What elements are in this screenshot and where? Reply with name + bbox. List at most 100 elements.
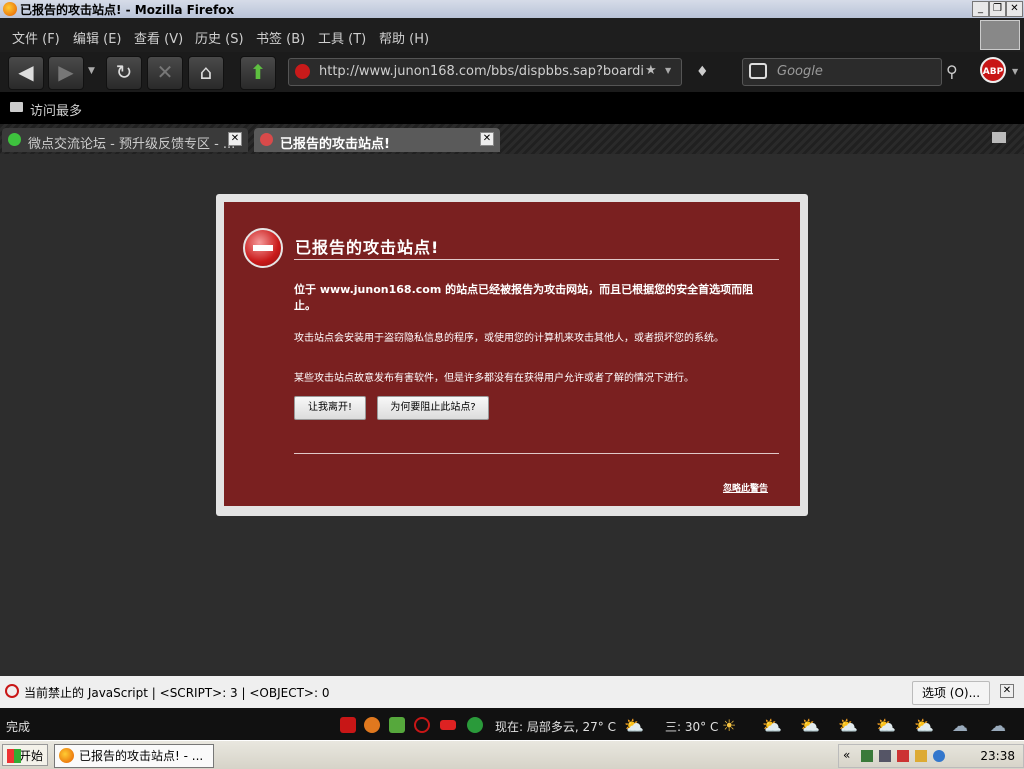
forward-button[interactable]: ▶ — [48, 56, 84, 90]
why-blocked-button[interactable]: 为何要阻止此站点? — [377, 396, 489, 420]
partly-cloudy-icon: ⛅ — [876, 716, 896, 735]
noscript-notification: 当前禁止的 JavaScript | <SCRIPT>: 3 | <OBJECT… — [0, 676, 1024, 708]
warning-note: 某些攻击站点故意发布有害软件，但是许多都没有在获得用户允许或者了解的情况下进行。 — [294, 373, 694, 384]
update-icon[interactable] — [915, 750, 927, 762]
firefox-icon — [3, 2, 17, 16]
divider — [294, 259, 779, 260]
partly-cloudy-icon: ⛅ — [624, 716, 644, 735]
weather-now[interactable]: 现在: 局部多云, 27° C — [495, 718, 616, 735]
flag-icon[interactable] — [440, 720, 456, 730]
title-bar: 已报告的攻击站点! - Mozilla Firefox _ ❐ ✕ — [0, 0, 1024, 18]
tab-label: 微点交流论坛 - 预升级反馈专区 - ... — [28, 137, 236, 152]
menu-file[interactable]: 文件 (F) — [12, 28, 60, 47]
search-engine-icon[interactable] — [749, 63, 767, 79]
ignore-warning-link[interactable]: 忽略此警告 — [723, 481, 768, 494]
green-status-icon[interactable] — [467, 717, 483, 733]
adblock-dropdown-icon[interactable]: ▼ — [1012, 67, 1018, 76]
stop-button[interactable]: ✕ — [147, 56, 183, 90]
stop-icon — [243, 228, 283, 268]
history-dropdown-icon[interactable]: ▼ — [88, 66, 95, 76]
menu-tools[interactable]: 工具 (T) — [318, 28, 366, 47]
close-notification-icon[interactable]: ✕ — [1000, 684, 1014, 698]
clock[interactable]: 23:38 — [980, 749, 1015, 763]
taskbar-item-label: 已报告的攻击站点! - ... — [79, 749, 204, 763]
url-bar[interactable]: http://www.junon168.com/bbs/dispbbs.sap?… — [288, 58, 682, 86]
url-dropdown-icon[interactable]: ▼ — [665, 66, 671, 75]
adblock-status-icon[interactable] — [340, 717, 356, 733]
firefox-icon — [59, 748, 74, 763]
firefox-status-icon[interactable] — [364, 717, 380, 733]
navigation-toolbar: ◀ ▶ ▼ ↻ ✕ ⌂ ⬆ http://www.junon168.com/bb… — [0, 52, 1024, 92]
blocked-site-icon — [295, 64, 310, 79]
url-input[interactable]: http://www.junon168.com/bbs/dispbbs.sap?… — [319, 64, 644, 79]
home-button[interactable]: ⌂ — [188, 56, 224, 90]
security-icon[interactable] — [897, 750, 909, 762]
back-button[interactable]: ◀ — [8, 56, 44, 90]
system-tray: « 23:38 — [838, 744, 1024, 768]
close-tab-icon[interactable]: ✕ — [480, 132, 494, 146]
attack-site-warning: 已报告的攻击站点! 位于 www.junon168.com 的站点已经被报告为攻… — [224, 202, 800, 506]
menu-view[interactable]: 查看 (V) — [134, 28, 183, 47]
tab-bar: 微点交流论坛 - 预升级反馈专区 - ... ✕ 已报告的攻击站点! ✕ — [0, 124, 1024, 154]
taskbar-item-firefox[interactable]: 已报告的攻击站点! - ... — [54, 744, 214, 768]
sunny-icon: ☀ — [722, 716, 737, 735]
bookmark-star-icon[interactable]: ★ — [645, 63, 657, 78]
noscript-icon — [5, 684, 19, 698]
start-label: 开始 — [18, 749, 43, 763]
menu-history[interactable]: 历史 (S) — [195, 28, 244, 47]
close-window-button[interactable]: ✕ — [1006, 1, 1023, 17]
search-bar[interactable]: Google — [742, 58, 942, 86]
warning-detail: 攻击站点会安装用于盗窃隐私信息的程序，或使用您的计算机来攻击其他人，或者损坏您的… — [294, 333, 724, 344]
warning-title: 已报告的攻击站点! — [295, 238, 440, 257]
network-icon[interactable] — [861, 750, 873, 762]
taskbar: 开始 已报告的攻击站点! - ... « 23:38 — [0, 740, 1024, 769]
upload-icon[interactable]: ⬆ — [240, 56, 276, 90]
search-icon[interactable]: ⚲ — [946, 62, 958, 81]
menu-bar: 文件 (F) 编辑 (E) 查看 (V) 历史 (S) 书签 (B) 工具 (T… — [0, 18, 1024, 52]
volume-icon[interactable] — [879, 750, 891, 762]
windows-logo-icon — [7, 749, 21, 763]
close-tab-icon[interactable]: ✕ — [228, 132, 242, 146]
throbber-icon — [980, 20, 1020, 50]
partly-cloudy-icon: ⛅ — [838, 716, 858, 735]
window-title: 已报告的攻击站点! - Mozilla Firefox — [20, 3, 235, 17]
ie-icon[interactable] — [933, 750, 945, 762]
tab-label: 已报告的攻击站点! — [280, 137, 390, 152]
noscript-status-icon[interactable] — [414, 717, 430, 733]
reload-button[interactable]: ↻ — [106, 56, 142, 90]
options-button[interactable]: 选项 (O)... — [912, 681, 990, 705]
bookmark-most-visited[interactable]: 访问最多 — [30, 100, 82, 119]
restore-button[interactable]: ❐ — [989, 1, 1006, 17]
search-input[interactable]: Google — [777, 64, 823, 79]
get-me-out-button[interactable]: 让我离开! — [294, 396, 366, 420]
blocked-site-icon — [260, 133, 273, 146]
folder-icon — [10, 102, 23, 112]
warning-summary: 位于 www.junon168.com 的站点已经被报告为攻击网站，而且已根据您… — [294, 283, 754, 312]
menu-help[interactable]: 帮助 (H) — [379, 28, 429, 47]
status-bar: 完成 现在: 局部多云, 27° C ⛅ 三: 30° C ☀ ⛅ ⛅ ⛅ ⛅ … — [0, 708, 1024, 740]
addon-status-icon[interactable] — [389, 717, 405, 733]
site-favicon — [8, 133, 21, 146]
tray-expand-icon[interactable]: « — [843, 748, 850, 762]
status-text: 完成 — [6, 720, 31, 734]
rain-icon: ☁ — [952, 716, 968, 735]
tab-forum[interactable]: 微点交流论坛 - 预升级反馈专区 - ... ✕ — [2, 128, 248, 152]
bookmarks-toolbar: 访问最多 — [0, 92, 1024, 124]
minimize-button[interactable]: _ — [972, 1, 989, 17]
start-button[interactable]: 开始 — [2, 744, 48, 766]
feed-icon[interactable]: ♦ — [696, 64, 709, 80]
menu-bookmarks[interactable]: 书签 (B) — [256, 28, 305, 47]
partly-cloudy-icon: ⛅ — [762, 716, 782, 735]
rain-icon: ☁ — [990, 716, 1006, 735]
partly-cloudy-icon: ⛅ — [914, 716, 934, 735]
menu-edit[interactable]: 编辑 (E) — [73, 28, 122, 47]
weather-forecast[interactable]: 三: 30° C — [665, 718, 718, 735]
warning-frame: 已报告的攻击站点! 位于 www.junon168.com 的站点已经被报告为攻… — [216, 194, 808, 516]
page-content: 已报告的攻击站点! 位于 www.junon168.com 的站点已经被报告为攻… — [0, 154, 1024, 676]
tab-list-icon[interactable] — [992, 132, 1006, 143]
tab-attack-site[interactable]: 已报告的攻击站点! ✕ — [254, 128, 500, 152]
noscript-text: 当前禁止的 JavaScript | <SCRIPT>: 3 | <OBJECT… — [24, 686, 330, 700]
partly-cloudy-icon: ⛅ — [800, 716, 820, 735]
divider — [294, 453, 779, 454]
adblock-icon[interactable]: ABP — [980, 57, 1006, 83]
